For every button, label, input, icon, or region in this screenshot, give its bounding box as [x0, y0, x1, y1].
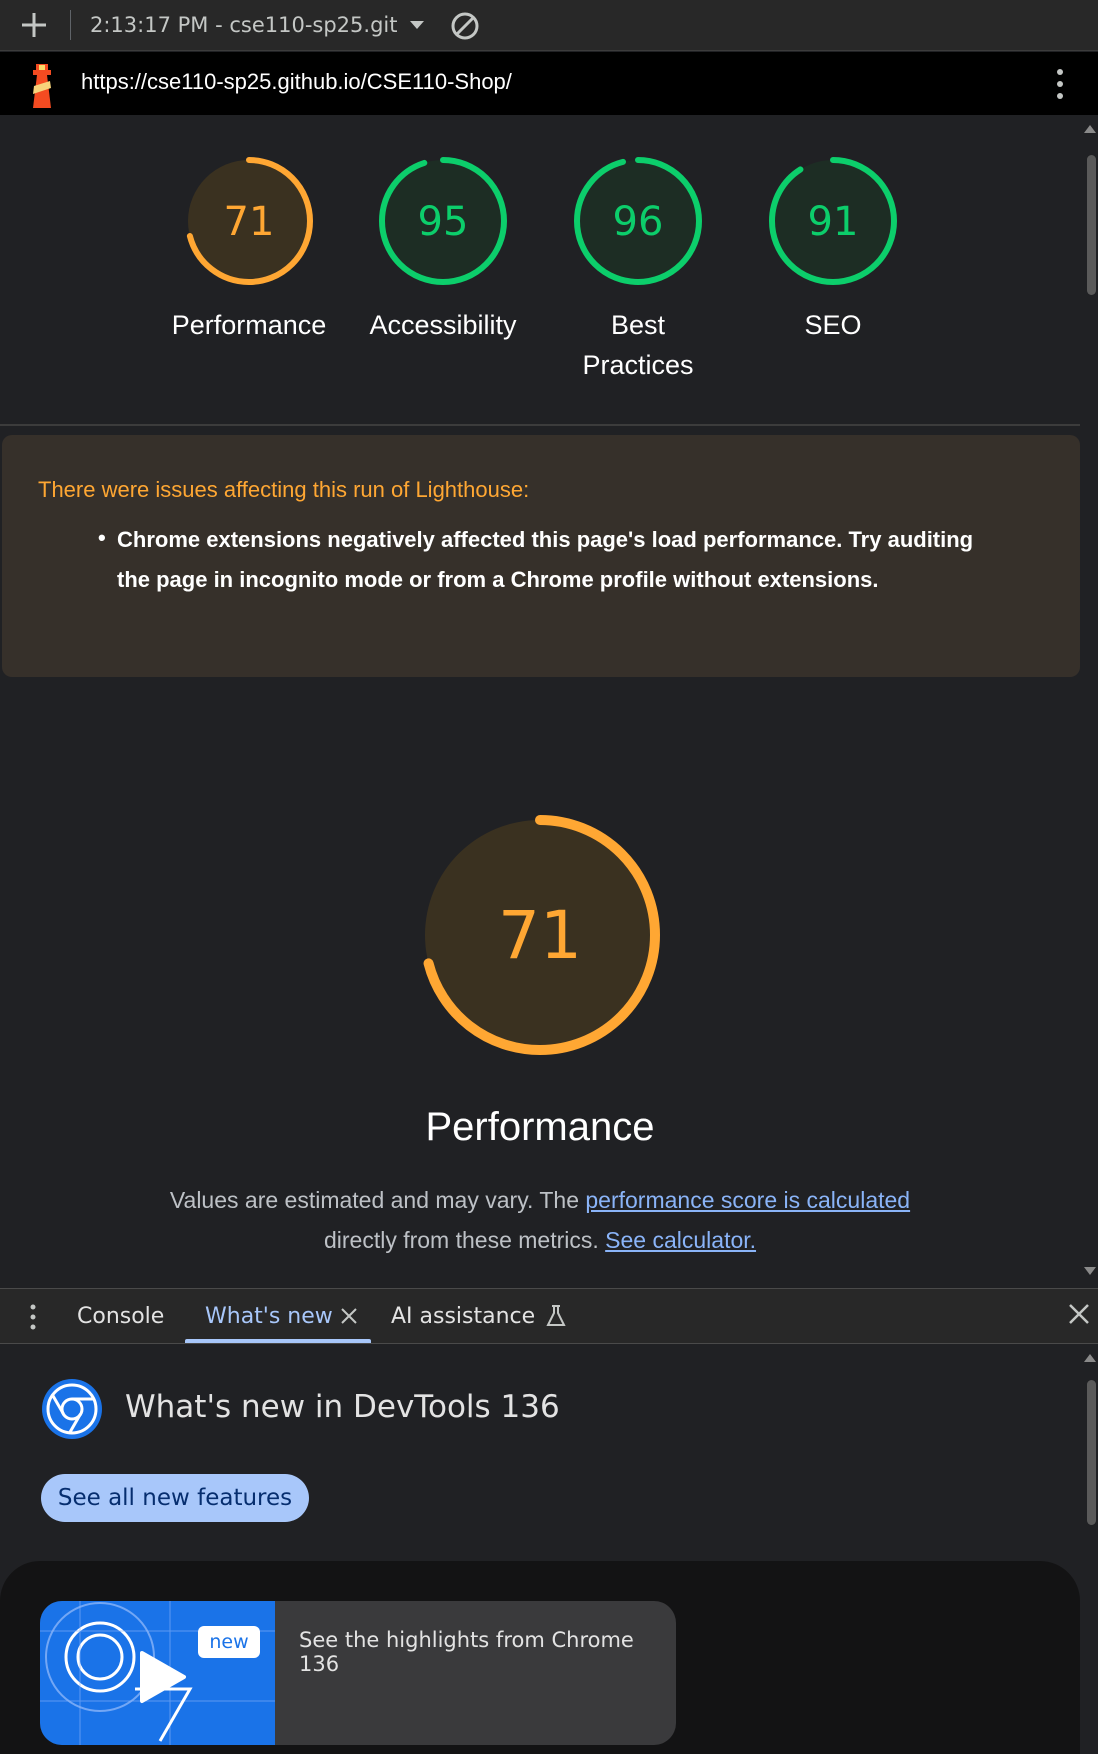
plus-icon[interactable]	[18, 9, 50, 41]
gauge-score: 71	[224, 199, 275, 245]
close-icon[interactable]	[339, 1306, 359, 1326]
block-icon[interactable]	[449, 10, 481, 42]
card-text: See the highlights from Chrome 136	[299, 1628, 634, 1676]
performance-description: Values are estimated and may vary. The p…	[100, 1180, 980, 1260]
gauge-label: Best Practices	[582, 310, 694, 380]
gauge-performance-ring: 71	[185, 157, 313, 285]
flask-icon	[546, 1305, 566, 1326]
tab-whats-new[interactable]: What's new	[205, 1289, 359, 1343]
active-tab-indicator	[185, 1339, 371, 1343]
chrome-logo-icon	[42, 1379, 102, 1439]
play-icon	[140, 1651, 186, 1703]
card-thumbnail: new	[40, 1601, 275, 1745]
gauge-best-practices-ring: 96	[574, 157, 702, 285]
gauge-seo-ring: 91	[769, 157, 897, 285]
see-calculator-link[interactable]: See calculator.	[605, 1227, 756, 1253]
toolbar-divider	[70, 10, 71, 40]
gauge-best-practices[interactable]: 96 Best Practices	[553, 155, 723, 385]
desc-prefix: Values are estimated and may vary. The	[169, 1187, 586, 1213]
gauge-score: 95	[418, 199, 469, 245]
kebab-icon[interactable]	[23, 1303, 43, 1331]
performance-title: Performance	[425, 1105, 655, 1149]
gauge-seo[interactable]: 91 SEO	[748, 155, 918, 345]
whats-new-scroll-thumb[interactable]	[1087, 1380, 1096, 1525]
performance-gauge: 71	[420, 815, 660, 1055]
highlight-card[interactable]: new See the highlights from Chrome 136	[40, 1601, 676, 1745]
tab-ai-assistance[interactable]: AI assistance	[391, 1289, 567, 1343]
lighthouse-icon	[33, 64, 51, 108]
whats-new-title: What's new in DevTools 136	[125, 1389, 560, 1425]
gauge-score: 91	[808, 199, 859, 245]
toolbar: 2:13:17 PM - cse110-sp25.git	[0, 0, 1098, 51]
see-all-features-button[interactable]: See all new features	[41, 1474, 309, 1522]
scroll-up-icon[interactable]	[1083, 1353, 1097, 1363]
scroll-up-icon[interactable]	[1083, 124, 1097, 134]
scroll-down-icon[interactable]	[1083, 1266, 1097, 1276]
tab-ai-assistance-label: AI assistance	[391, 1303, 536, 1329]
dropdown-arrow-icon	[410, 21, 425, 29]
tab-whats-new-label: What's new	[205, 1303, 333, 1329]
gauge-accessibility-ring: 95	[379, 157, 507, 285]
run-select[interactable]: 2:13:17 PM - cse110-sp25.git	[90, 8, 425, 42]
url-bar: https://cse110-sp25.github.io/CSE110-Sho…	[0, 52, 1098, 115]
warning-title: There were issues affecting this run of …	[38, 477, 530, 502]
drawer-tabbar: Console What's new AI assistance	[0, 1288, 1098, 1344]
run-label: 2:13:17 PM - cse110-sp25.git	[90, 13, 398, 37]
tab-console[interactable]: Console	[77, 1289, 164, 1343]
gauge-performance[interactable]: 71 Performance	[164, 155, 334, 345]
gauge-label: Performance	[171, 310, 327, 340]
report-scroll-thumb[interactable]	[1087, 155, 1096, 295]
divider	[0, 424, 1080, 426]
close-icon[interactable]	[1066, 1301, 1092, 1327]
warning-box: There were issues affecting this run of …	[2, 435, 1080, 677]
kebab-icon[interactable]	[1050, 66, 1070, 102]
warning-item: Chrome extensions negatively affected th…	[117, 527, 974, 592]
gauge-label: Accessibility	[369, 310, 517, 340]
url-text[interactable]: https://cse110-sp25.github.io/CSE110-Sho…	[81, 69, 512, 95]
gauge-accessibility[interactable]: 95 Accessibility	[358, 155, 528, 345]
gauge-score: 96	[613, 199, 664, 245]
desc-middle: directly from these metrics.	[323, 1227, 606, 1253]
performance-score: 71	[498, 897, 582, 974]
gauge-label: SEO	[804, 310, 862, 340]
score-calculated-link[interactable]: performance score is calculated	[585, 1187, 910, 1213]
tab-console-label: Console	[77, 1303, 165, 1329]
new-badge: new	[198, 1626, 260, 1658]
